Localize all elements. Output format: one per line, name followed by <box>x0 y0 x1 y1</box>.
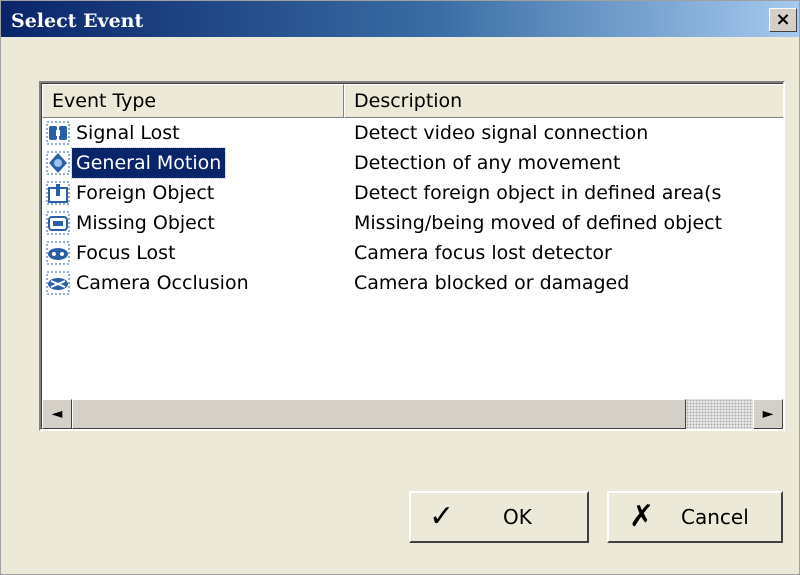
event-list-inner: Event Type Description Signal Lost Detec… <box>41 83 783 429</box>
list-item-camera-occlusion[interactable]: Camera Occlusion Camera blocked or damag… <box>42 268 783 298</box>
cancel-button[interactable]: ✗ Cancel <box>607 491 783 543</box>
event-list[interactable]: Event Type Description Signal Lost Detec… <box>39 81 785 431</box>
event-type-label: Missing Object <box>76 212 215 234</box>
ok-label: OK <box>503 505 532 529</box>
camera-occlusion-icon <box>46 271 70 295</box>
event-description: Detection of any movement <box>354 152 621 174</box>
event-type-label: Focus Lost <box>76 242 176 264</box>
horizontal-scrollbar[interactable]: ◄ ► <box>42 399 783 429</box>
event-description: Detect video signal connection <box>354 122 649 144</box>
focus-lost-icon <box>46 241 70 265</box>
general-motion-icon <box>46 151 70 175</box>
event-type-label: Camera Occlusion <box>76 272 249 294</box>
scroll-left-button[interactable]: ◄ <box>42 399 72 429</box>
event-type-label: Foreign Object <box>76 182 215 204</box>
event-description: Camera blocked or damaged <box>354 272 630 294</box>
event-description: Missing/being moved of defined object <box>354 212 723 234</box>
checkmark-icon: ✓ <box>429 499 455 534</box>
list-item-signal-lost[interactable]: Signal Lost Detect video signal connecti… <box>42 118 783 148</box>
column-header-description[interactable]: Description <box>344 84 783 118</box>
list-item-focus-lost[interactable]: Focus Lost Camera focus lost detector <box>42 238 783 268</box>
select-event-dialog: Select Event × Event Type Description Si… <box>0 0 800 575</box>
dialog-title: Select Event <box>11 10 144 32</box>
event-description: Detect foreign object in defined area(s <box>354 182 722 204</box>
list-item-foreign-object[interactable]: Foreign Object Detect foreign object in … <box>42 178 783 208</box>
scrollbar-track[interactable] <box>686 399 753 429</box>
list-item-general-motion[interactable]: General Motion Detection of any movement <box>42 147 783 179</box>
close-icon: × <box>775 9 791 30</box>
missing-object-icon <box>46 211 70 235</box>
cancel-label: Cancel <box>681 505 749 529</box>
scrollbar-thumb[interactable] <box>72 399 686 429</box>
column-header-event-type[interactable]: Event Type <box>42 84 344 118</box>
cross-icon: ✗ <box>629 499 655 534</box>
title-bar[interactable]: Select Event × <box>1 1 799 37</box>
event-type-label: Signal Lost <box>76 122 180 144</box>
close-button[interactable]: × <box>769 8 797 32</box>
arrow-left-icon: ◄ <box>51 406 63 422</box>
ok-button[interactable]: ✓ OK <box>409 491 589 543</box>
arrow-right-icon: ► <box>762 406 774 422</box>
list-item-missing-object[interactable]: Missing Object Missing/being moved of de… <box>42 208 783 238</box>
event-type-label: General Motion <box>70 147 227 179</box>
scroll-right-button[interactable]: ► <box>753 399 783 429</box>
foreign-object-icon <box>46 181 70 205</box>
event-description: Camera focus lost detector <box>354 242 612 264</box>
signal-lost-icon <box>46 121 70 145</box>
